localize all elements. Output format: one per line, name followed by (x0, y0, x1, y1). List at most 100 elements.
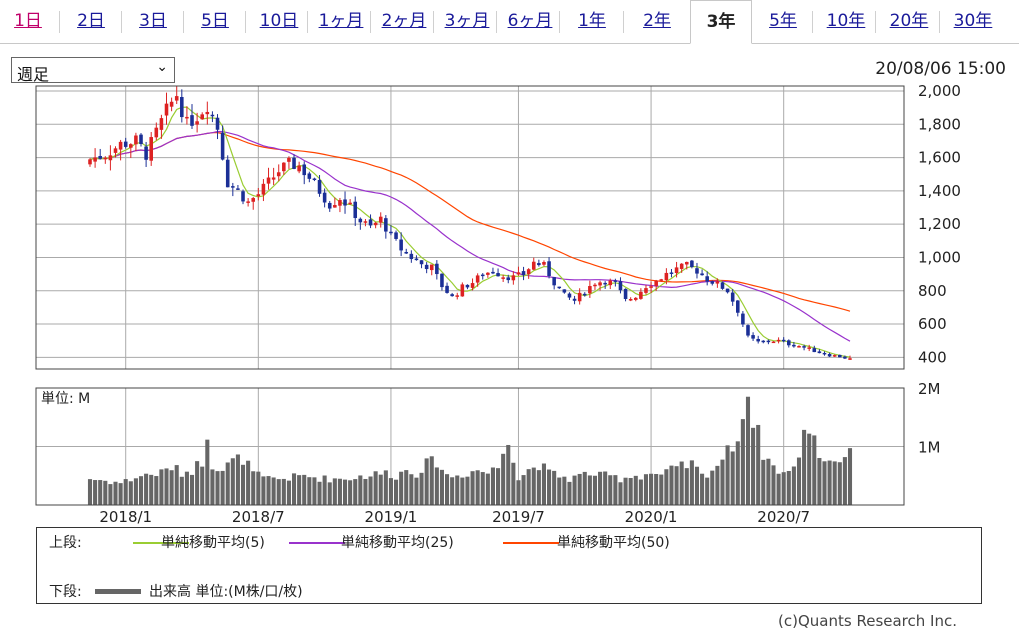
volume-bar (108, 484, 113, 505)
candle-body (225, 159, 230, 188)
volume-bar (378, 474, 383, 505)
candle-body (312, 178, 317, 181)
volume-bar (807, 433, 812, 505)
price-tick-label: 1,400 (918, 182, 961, 200)
candle-body (368, 219, 373, 226)
price-tick-label: 1,200 (918, 215, 961, 233)
volume-bar (98, 480, 103, 505)
volume-bar (164, 468, 169, 505)
volume-bar (720, 459, 725, 505)
candle-body (781, 339, 786, 342)
candle-body (205, 111, 210, 115)
volume-bar (322, 475, 327, 505)
volume-bar (404, 470, 409, 505)
candle-body (271, 177, 276, 180)
candle-body (164, 103, 169, 116)
volume-bar (286, 480, 291, 505)
volume-bar (679, 461, 684, 505)
volume-bar (802, 429, 807, 505)
candle-body (88, 159, 92, 165)
volume-bar (475, 470, 480, 505)
candle-body (613, 280, 618, 282)
candle-body (404, 251, 409, 254)
volume-bar (281, 478, 286, 505)
volume-bar (128, 481, 133, 505)
candle-body (455, 295, 460, 297)
volume-bar (87, 479, 93, 505)
candle-body (751, 335, 755, 339)
volume-bar (291, 473, 297, 505)
candle-body (139, 134, 143, 145)
volume-bar (847, 448, 853, 505)
volume-bar (638, 479, 643, 505)
candle-body (848, 358, 852, 360)
ma5-line (89, 106, 851, 358)
candle-body (440, 273, 444, 288)
candle-body (593, 284, 597, 287)
candle-body (756, 338, 760, 342)
candle-body (628, 299, 633, 301)
volume-bar (154, 476, 159, 505)
candle-body (741, 313, 745, 325)
candle-body (633, 297, 638, 300)
volume-bar (541, 463, 546, 505)
candle-body (317, 179, 322, 194)
candle-body (190, 115, 194, 126)
volume-bar (394, 479, 399, 505)
candle-body (817, 351, 822, 354)
volume-bar (694, 466, 700, 505)
volume-bar (771, 465, 776, 505)
volume-bar (434, 467, 439, 505)
volume-bar (195, 461, 200, 505)
candle-body (180, 96, 184, 118)
candle-body (807, 347, 811, 349)
volume-bar (756, 424, 761, 505)
candle-body (710, 281, 715, 284)
volume-bar (133, 478, 138, 505)
volume-bar (363, 478, 368, 505)
volume-bar (812, 435, 817, 505)
volume-bar (235, 454, 240, 505)
volume-bar (526, 469, 531, 505)
volume-bar (700, 473, 705, 505)
candle-body (562, 289, 567, 293)
volume-bar (455, 475, 460, 505)
volume-bar (348, 480, 353, 505)
volume-bar (465, 476, 470, 505)
volume-bar (562, 476, 567, 505)
volume-bar (159, 469, 164, 505)
price-tick-label: 1,800 (918, 115, 961, 133)
volume-tick-label: 2M (918, 380, 941, 398)
volume-bar (409, 474, 414, 505)
volume-bar (735, 441, 740, 505)
candle-body (429, 264, 434, 271)
candle-body (679, 263, 684, 269)
candle-body (220, 132, 225, 160)
candle-body (394, 232, 398, 239)
volume-bar (424, 458, 429, 505)
volume-bar (506, 444, 511, 505)
candle-body (725, 288, 730, 293)
volume-bar (628, 478, 633, 505)
candle-body (766, 340, 771, 343)
volume-bar (118, 483, 123, 505)
volume-bar (93, 480, 98, 505)
volume-bar (205, 439, 210, 505)
volume-bar (705, 477, 710, 505)
candle-body (343, 199, 347, 206)
volume-bar (256, 471, 261, 505)
candle-body (460, 284, 465, 297)
candle-body (118, 141, 123, 150)
candle-body (486, 272, 490, 275)
candle-body (598, 282, 602, 286)
candle-body (246, 201, 250, 203)
date-tick-label: 2020/7 (757, 508, 810, 526)
volume-bar (230, 458, 235, 505)
candle-body (730, 292, 735, 302)
volume-bar (184, 471, 189, 505)
candle-body (414, 258, 419, 261)
volume-bar (730, 451, 735, 505)
candle-body (333, 205, 337, 208)
volume-bar (368, 476, 373, 505)
volume-bar (169, 470, 174, 505)
